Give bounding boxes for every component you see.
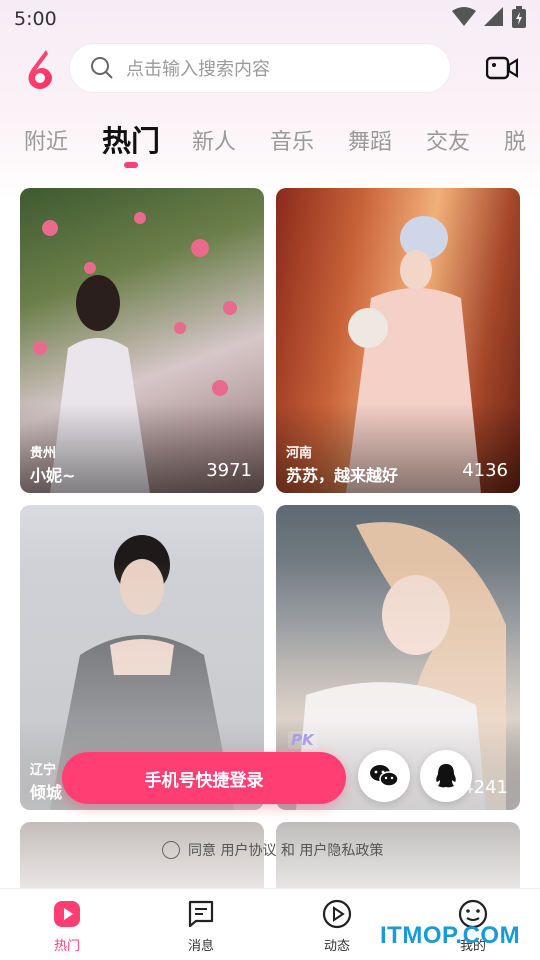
- card-viewer-count: 3971: [206, 460, 252, 481]
- category-tabs: 附近 热门 新人 音乐 舞蹈 交友 脱: [0, 118, 540, 174]
- qq-icon: [436, 764, 456, 788]
- agreement-text[interactable]: 同意 用户协议 和 用户隐私政策: [188, 840, 383, 860]
- live-card[interactable]: 河南 苏苏，越来越好 4136: [276, 188, 520, 493]
- app-logo-icon[interactable]: [20, 48, 58, 90]
- agree-checkbox[interactable]: [162, 841, 180, 859]
- tab-more[interactable]: 脱: [504, 124, 526, 156]
- tab-nearby[interactable]: 附近: [24, 124, 68, 156]
- signal-icon: [484, 7, 503, 26]
- card-name: 小妮~: [30, 466, 76, 485]
- search-placeholder: 点击输入搜索内容: [126, 59, 270, 80]
- play-icon: [322, 899, 352, 929]
- nav-moments[interactable]: 动态: [302, 899, 372, 954]
- message-icon: [188, 900, 214, 928]
- nav-messages[interactable]: 消息: [166, 899, 236, 954]
- wechat-login-button[interactable]: [358, 750, 410, 802]
- live-card[interactable]: 贵州 小妮~ 3971: [20, 188, 264, 493]
- status-bar: 5:00: [0, 0, 540, 38]
- tab-active-indicator: [124, 162, 138, 168]
- wifi-icon: [452, 7, 476, 26]
- card-region: 贵州: [30, 446, 57, 461]
- status-time: 5:00: [14, 8, 57, 30]
- search-bar[interactable]: 点击输入搜索内容: [70, 44, 450, 92]
- wechat-icon: [370, 765, 399, 787]
- card-region: 河南: [286, 446, 313, 461]
- site-watermark: ITMOP.COM: [380, 922, 521, 949]
- video-camera-icon[interactable]: [486, 54, 518, 82]
- card-viewer-count: 4136: [462, 460, 508, 481]
- agreement-row: 同意 用户协议 和 用户隐私政策: [162, 840, 383, 860]
- search-icon: [91, 57, 113, 79]
- tab-hot[interactable]: 热门: [102, 118, 160, 160]
- tab-friends[interactable]: 交友: [426, 124, 470, 156]
- tab-music[interactable]: 音乐: [270, 124, 314, 156]
- battery-icon: [512, 6, 526, 28]
- header: 点击输入搜索内容: [0, 44, 540, 94]
- status-icons: [452, 6, 526, 28]
- card-name: 苏苏，越来越好: [286, 466, 399, 485]
- live-icon: [54, 901, 80, 927]
- tab-dance[interactable]: 舞蹈: [348, 124, 392, 156]
- nav-hot[interactable]: 热门: [32, 899, 102, 954]
- tab-newcomer[interactable]: 新人: [192, 124, 236, 156]
- phone-login-button[interactable]: 手机号快捷登录: [62, 752, 346, 804]
- qq-login-button[interactable]: [420, 750, 472, 802]
